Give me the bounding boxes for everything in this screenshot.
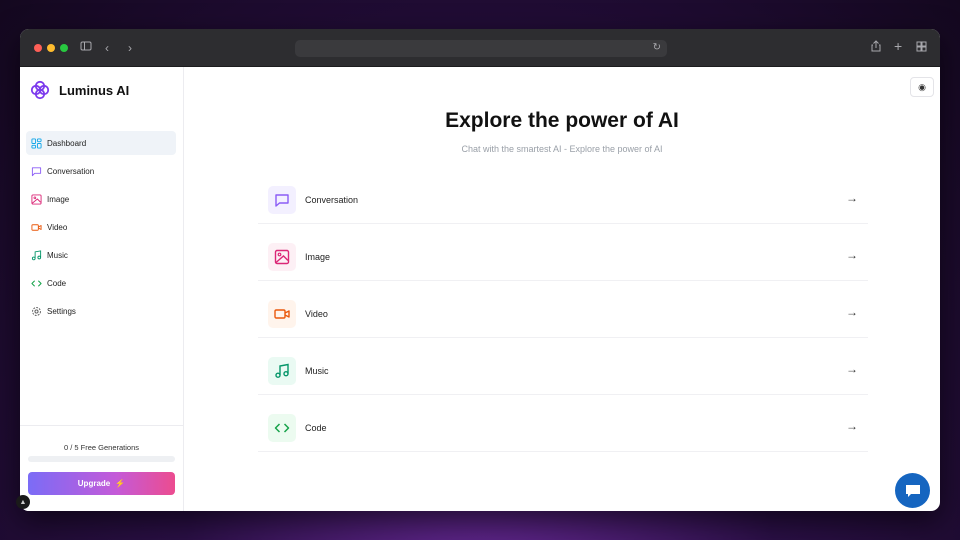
chat-bubble-icon bbox=[905, 484, 920, 497]
tool-card-music[interactable]: Music → bbox=[258, 348, 868, 395]
image-icon bbox=[31, 193, 42, 205]
tool-card-conversation[interactable]: Conversation → bbox=[258, 177, 868, 224]
arrow-right-icon: → bbox=[846, 305, 858, 319]
sidebar: Luminus AI Dashboard Conversation Image bbox=[20, 67, 184, 511]
arrow-right-icon: → bbox=[846, 362, 858, 376]
tool-card-label: Video bbox=[305, 309, 328, 319]
new-tab-icon[interactable]: + bbox=[894, 38, 902, 54]
video-icon bbox=[31, 223, 42, 231]
credits-progress-bar bbox=[28, 456, 175, 462]
upgrade-button-label: Upgrade bbox=[77, 479, 111, 488]
share-icon[interactable] bbox=[871, 40, 881, 56]
code-icon bbox=[268, 414, 296, 442]
sidebar-item-label: Video bbox=[47, 222, 68, 232]
sidebar-item-code[interactable]: Code bbox=[26, 271, 176, 295]
sidebar-toggle-icon[interactable] bbox=[80, 40, 92, 56]
free-credits-panel: 0 / 5 Free Generations Upgrade ⚡ bbox=[20, 425, 183, 495]
tool-card-image[interactable]: Image → bbox=[258, 234, 868, 281]
sidebar-item-settings[interactable]: Settings bbox=[26, 299, 176, 323]
tools-list: Conversation → Image → Video → Music → C… bbox=[258, 177, 868, 462]
upgrade-button[interactable]: Upgrade ⚡ bbox=[28, 472, 175, 495]
tool-card-label: Music bbox=[305, 366, 329, 376]
brand[interactable]: Luminus AI bbox=[30, 80, 129, 100]
sidebar-item-video[interactable]: Video bbox=[26, 215, 176, 239]
browser-window: ‹ › ↻ + Luminus AI Dashboard Conversatio… bbox=[20, 29, 940, 511]
tool-card-label: Conversation bbox=[305, 195, 359, 205]
app-container: Luminus AI Dashboard Conversation Image bbox=[20, 67, 940, 511]
dashboard-icon bbox=[31, 137, 42, 149]
address-bar[interactable]: ↻ bbox=[295, 40, 667, 57]
maximize-window-button[interactable] bbox=[60, 44, 68, 52]
user-avatar-button[interactable]: ◉ bbox=[910, 77, 934, 97]
tool-card-label: Code bbox=[305, 423, 327, 433]
sidebar-item-label: Dashboard bbox=[47, 138, 87, 148]
sidebar-item-label: Code bbox=[47, 278, 67, 288]
sidebar-item-image[interactable]: Image bbox=[26, 187, 176, 211]
arrow-right-icon: → bbox=[846, 248, 858, 262]
video-icon bbox=[268, 300, 296, 328]
message-square-icon bbox=[268, 186, 296, 214]
sidebar-nav: Dashboard Conversation Image Video Music bbox=[26, 131, 176, 327]
sidebar-item-label: Settings bbox=[47, 306, 76, 316]
sidebar-item-music[interactable]: Music bbox=[26, 243, 176, 267]
user-icon: ◉ bbox=[918, 81, 926, 92]
reload-icon[interactable]: ↻ bbox=[653, 42, 661, 53]
brand-name: Luminus AI bbox=[59, 82, 130, 98]
tool-card-video[interactable]: Video → bbox=[258, 291, 868, 338]
settings-icon bbox=[32, 306, 41, 316]
back-icon[interactable]: ‹ bbox=[105, 40, 109, 56]
sidebar-item-label: Conversation bbox=[47, 166, 95, 176]
minimize-window-button[interactable] bbox=[47, 44, 55, 52]
image-icon bbox=[268, 243, 296, 271]
luminus-logo-icon bbox=[30, 80, 50, 100]
sidebar-item-dashboard[interactable]: Dashboard bbox=[26, 131, 176, 155]
dev-tools-badge[interactable]: ▲ bbox=[16, 495, 30, 509]
message-square-icon bbox=[31, 166, 42, 176]
tool-card-code[interactable]: Code → bbox=[258, 405, 868, 452]
forward-icon[interactable]: › bbox=[128, 40, 132, 56]
page-subtitle: Chat with the smartest AI - Explore the … bbox=[461, 144, 663, 154]
sidebar-item-conversation[interactable]: Conversation bbox=[26, 159, 176, 183]
page-title: Explore the power of AI bbox=[445, 109, 679, 132]
arrow-right-icon: → bbox=[846, 419, 858, 433]
music-icon bbox=[268, 357, 296, 385]
zap-icon: ⚡ bbox=[115, 479, 126, 488]
sidebar-item-label: Image bbox=[47, 194, 70, 204]
music-icon bbox=[31, 249, 42, 260]
triangle-icon: ▲ bbox=[19, 498, 27, 506]
sidebar-item-label: Music bbox=[47, 250, 68, 260]
tab-overview-icon[interactable] bbox=[916, 40, 927, 56]
code-icon bbox=[31, 279, 42, 287]
main-content: ◉ Explore the power of AI Chat with the … bbox=[184, 67, 940, 511]
close-window-button[interactable] bbox=[34, 44, 42, 52]
arrow-right-icon: → bbox=[846, 191, 858, 205]
credits-counter: 0 / 5 Free Generations bbox=[63, 443, 140, 452]
browser-titlebar: ‹ › ↻ + bbox=[20, 29, 940, 67]
tool-card-label: Image bbox=[305, 252, 331, 262]
chat-support-button[interactable] bbox=[895, 473, 930, 508]
